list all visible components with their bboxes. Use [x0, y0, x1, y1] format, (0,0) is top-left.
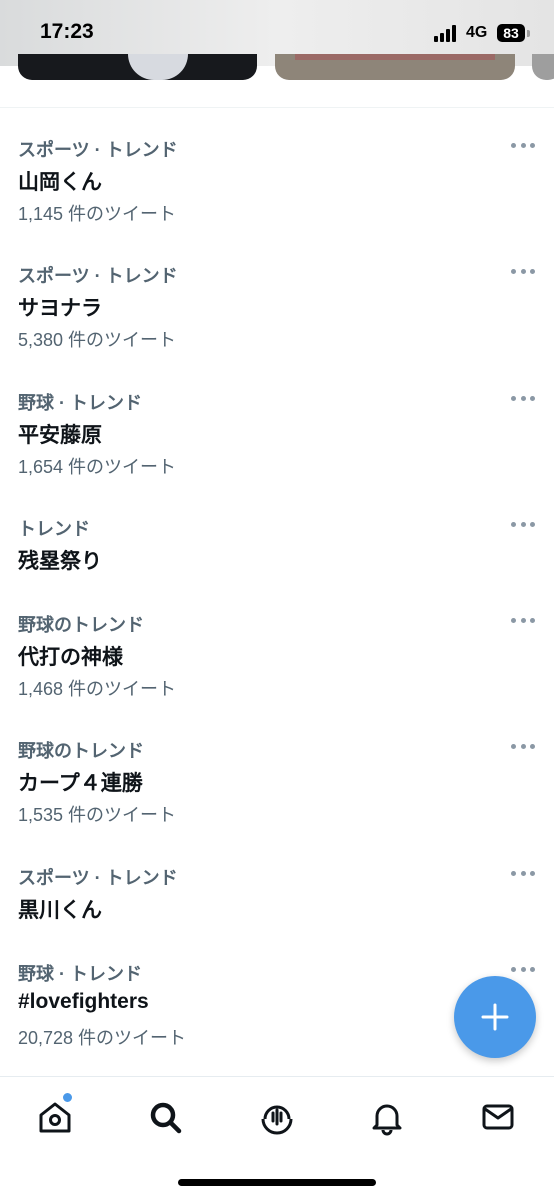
tab-notifications[interactable]	[365, 1095, 409, 1139]
trend-title: カープ４連勝	[18, 772, 143, 795]
spaces-icon	[261, 1105, 293, 1135]
trend-item[interactable]: スポーツ · トレンド 黒川くん	[0, 864, 554, 944]
trend-title: 残塁祭り	[18, 550, 102, 573]
trend-tweet-count: 5,380 件のツイート	[18, 330, 177, 350]
top-card-image[interactable]	[18, 54, 257, 80]
trend-tweet-count: 1,535 件のツイート	[18, 805, 177, 825]
trend-title: 山岡くん	[18, 171, 102, 194]
trend-item[interactable]: 野球のトレンド 代打の神様 1,468 件のツイート	[0, 611, 554, 715]
divider	[0, 107, 554, 108]
trend-title: #lovefighters	[18, 990, 149, 1013]
trend-category: 野球のトレンド	[18, 741, 144, 761]
tab-spaces[interactable]	[255, 1095, 299, 1139]
trend-tweet-count: 20,728 件のツイート	[18, 1028, 187, 1048]
top-card-image[interactable]	[532, 54, 554, 80]
more-options-icon[interactable]	[511, 966, 535, 972]
more-options-icon[interactable]	[511, 395, 535, 401]
battery-tip	[527, 30, 530, 37]
trend-category: スポーツ · トレンド	[18, 140, 178, 160]
trend-title: 黒川くん	[18, 899, 102, 922]
plus-icon	[481, 1003, 509, 1031]
more-options-icon[interactable]	[511, 142, 535, 148]
home-indicator[interactable]	[178, 1179, 376, 1186]
trend-tweet-count: 1,654 件のツイート	[18, 457, 177, 477]
network-type: 4G	[466, 24, 488, 41]
notifications-icon	[372, 1104, 402, 1136]
tab-search[interactable]	[143, 1095, 187, 1139]
explore-screen: 17:23 4G 83 スポーツ · トレンド 山岡くん 1,145 件のツイー…	[0, 0, 554, 1199]
cellular-signal-icon	[434, 24, 460, 42]
home-notification-dot	[62, 1092, 73, 1103]
trend-item[interactable]: トレンド 残塁祭り	[0, 515, 554, 595]
status-time: 17:23	[40, 20, 94, 43]
more-options-icon[interactable]	[511, 743, 535, 749]
trend-tweet-count: 1,145 件のツイート	[18, 204, 177, 224]
trend-item[interactable]: 野球のトレンド カープ４連勝 1,535 件のツイート	[0, 737, 554, 841]
trend-category: 野球 · トレンド	[18, 964, 142, 984]
top-card-image[interactable]	[275, 54, 515, 80]
trend-category: トレンド	[18, 519, 90, 539]
more-options-icon[interactable]	[511, 521, 535, 527]
trend-item[interactable]: スポーツ · トレンド サヨナラ 5,380 件のツイート	[0, 262, 554, 366]
messages-icon	[482, 1104, 514, 1130]
trend-category: スポーツ · トレンド	[18, 868, 178, 888]
compose-tweet-button[interactable]	[454, 976, 536, 1058]
tab-messages[interactable]	[476, 1095, 520, 1139]
more-options-icon[interactable]	[511, 268, 535, 274]
more-options-icon[interactable]	[511, 870, 535, 876]
trend-title: 代打の神様	[18, 646, 123, 669]
trend-item[interactable]: 野球 · トレンド 平安藤原 1,654 件のツイート	[0, 389, 554, 493]
tab-home[interactable]	[33, 1092, 77, 1139]
battery-icon: 83	[497, 24, 525, 42]
trend-item[interactable]: スポーツ · トレンド 山岡くん 1,145 件のツイート	[0, 136, 554, 240]
search-icon	[150, 1102, 182, 1134]
trend-title: 平安藤原	[18, 424, 102, 447]
trend-category: 野球のトレンド	[18, 615, 144, 635]
trend-tweet-count: 1,468 件のツイート	[18, 679, 177, 699]
more-options-icon[interactable]	[511, 617, 535, 623]
trend-category: 野球 · トレンド	[18, 393, 142, 413]
trend-title: サヨナラ	[18, 297, 102, 320]
trend-category: スポーツ · トレンド	[18, 266, 178, 286]
